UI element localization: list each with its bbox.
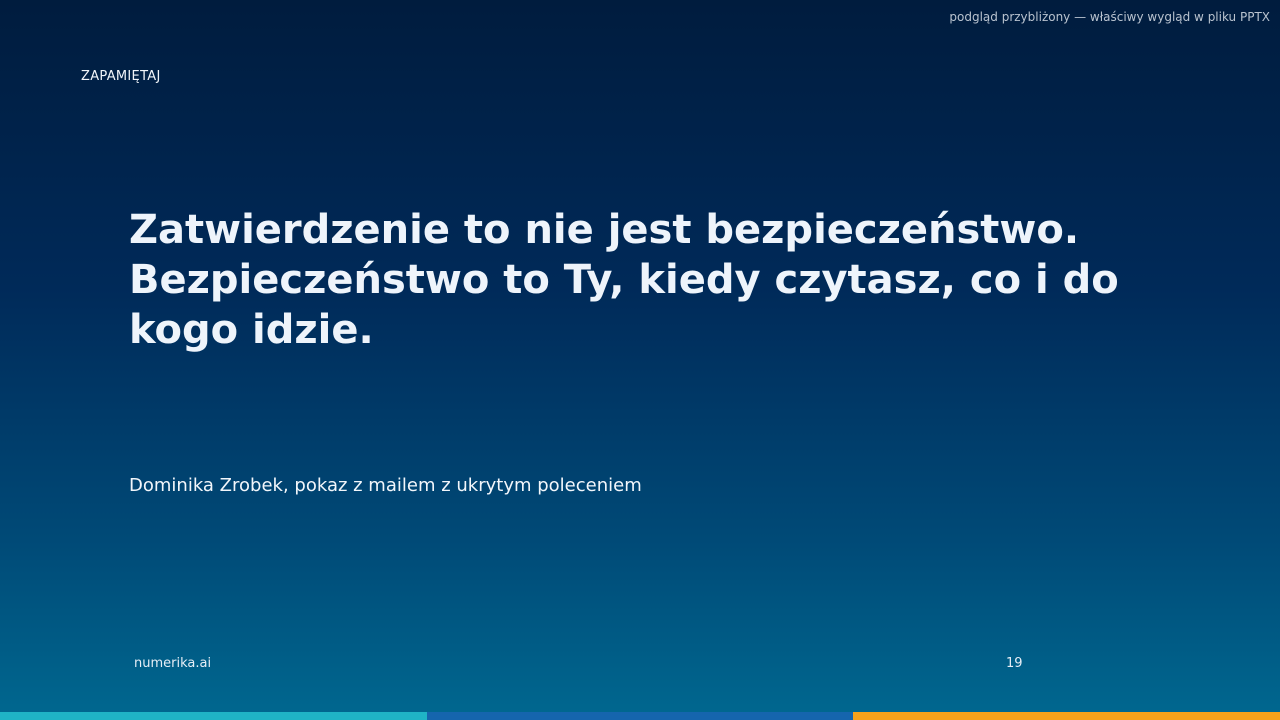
slide: podgląd przybliżony — właściwy wygląd w … bbox=[0, 0, 1280, 720]
preview-note: podgląd przybliżony — właściwy wygląd w … bbox=[949, 10, 1270, 24]
page-number: 19 bbox=[1006, 656, 1023, 671]
slide-subline: Dominika Zrobek, pokaz z mailem z ukryty… bbox=[129, 475, 642, 496]
slide-eyebrow-label: ZAPAMIĘTAJ bbox=[81, 69, 161, 84]
accent-bar bbox=[0, 712, 1280, 720]
accent-bar-segment-blue bbox=[426, 712, 854, 720]
footer-brand: numerika.ai bbox=[134, 656, 212, 671]
slide-headline: Zatwierdzenie to nie jest bezpieczeństwo… bbox=[129, 207, 1119, 353]
accent-bar-segment-teal bbox=[0, 712, 427, 720]
accent-bar-segment-orange bbox=[853, 712, 1280, 720]
